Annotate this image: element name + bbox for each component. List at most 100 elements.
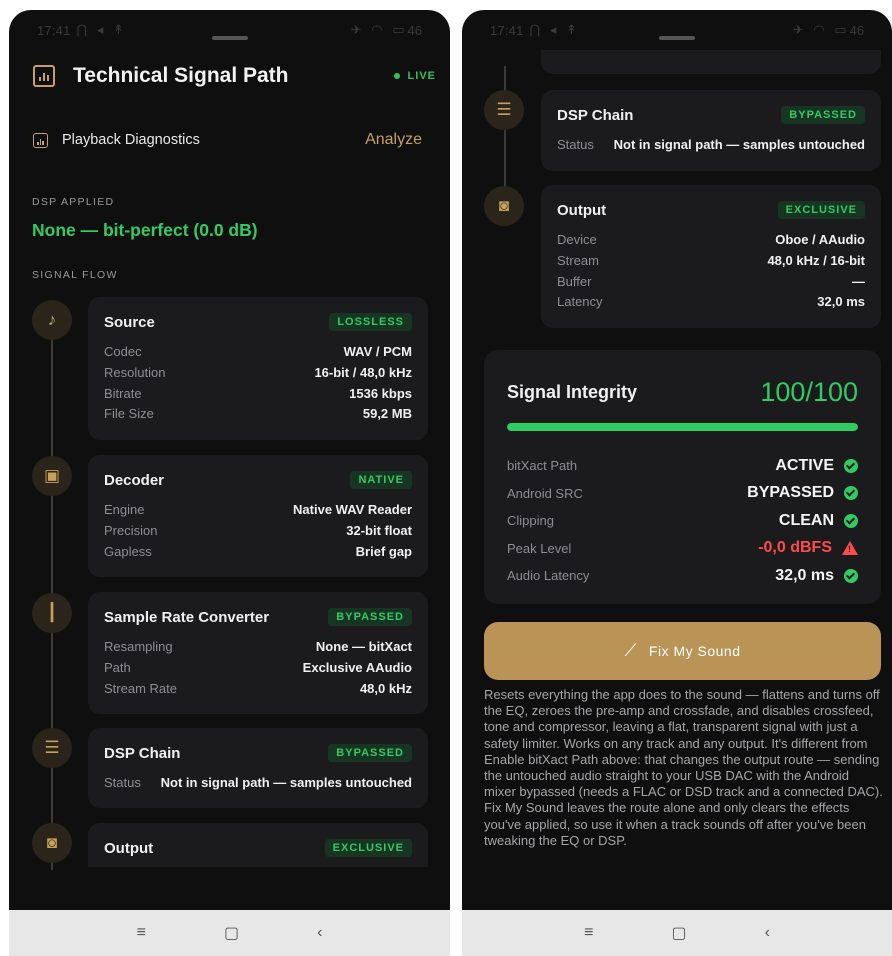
analyze-button[interactable]: Analyze bbox=[365, 131, 422, 149]
output-card[interactable]: Output EXCLUSIVE bbox=[88, 823, 428, 867]
magic-wand-icon: ⟋ bbox=[624, 641, 637, 660]
row-key: Buffer bbox=[557, 273, 592, 289]
row-key: Latency bbox=[557, 294, 603, 310]
decoder-card[interactable]: Decoder NATIVE Engine Native WAV Reader P… bbox=[88, 455, 428, 577]
dsp-applied-label: DSP APPLIED bbox=[32, 196, 115, 208]
row-value: 59,2 MB bbox=[362, 406, 412, 422]
header: Technical Signal Path LIVE bbox=[33, 64, 436, 88]
status-time: 17:41 bbox=[37, 22, 71, 38]
sliders-icon: ☰ bbox=[32, 728, 72, 768]
source-badge: LOSSLESS bbox=[329, 313, 412, 331]
row-key: Resampling bbox=[104, 639, 173, 654]
row-key: Stream Rate bbox=[104, 680, 177, 696]
dsp-applied-value: None — bit-perfect (0.0 dB) bbox=[32, 220, 258, 240]
system-nav-bar: ≡ ▢ ‹ bbox=[462, 910, 892, 956]
screen-right: 17:41 ⋂ ◂ ↟ ✈ ◠ ▭ 46 ☰ DSP Chain BYPASSE… bbox=[462, 10, 892, 956]
row-key: Bitrate bbox=[104, 385, 142, 401]
integrity-key: Audio Latency bbox=[507, 568, 590, 584]
output-title: Output bbox=[104, 839, 154, 857]
status-time: 17:41 bbox=[490, 22, 524, 38]
row-key: Precision bbox=[104, 522, 158, 538]
battery-level: 46 bbox=[849, 22, 864, 38]
signal-flow-line bbox=[504, 66, 506, 206]
status-bar: 17:41 ⋂ ◂ ↟ ✈ ◠ ▭ 46 bbox=[462, 10, 892, 50]
battery-level: 46 bbox=[407, 22, 422, 38]
row-value: None — bitXact bbox=[315, 639, 412, 654]
row-key: Status bbox=[557, 137, 594, 152]
home-nav-button[interactable]: ▢ bbox=[671, 923, 686, 943]
row-key: Status bbox=[104, 775, 141, 790]
row-value: 32-bit float bbox=[346, 522, 412, 538]
integrity-row: Peak Level -0,0 dBFS bbox=[507, 535, 858, 563]
integrity-value: 32,0 ms bbox=[775, 566, 834, 584]
decoder-title: Decoder bbox=[104, 471, 165, 489]
row-key: Resolution bbox=[104, 364, 166, 380]
signal-chart-icon bbox=[33, 65, 55, 87]
integrity-value: BYPASSED bbox=[747, 484, 834, 502]
src-title: Sample Rate Converter bbox=[104, 608, 270, 626]
integrity-key: Peak Level bbox=[507, 540, 572, 556]
output-title: Output bbox=[557, 201, 607, 219]
row-value: 48,0 kHz / 16-bit bbox=[767, 252, 865, 268]
row-key: Gapless bbox=[104, 543, 152, 559]
signal-flow-line bbox=[51, 310, 53, 870]
dsp-title: DSP Chain bbox=[104, 744, 181, 762]
dsp-row: Status Not in signal path — samples untou… bbox=[104, 773, 412, 794]
diagnostics-icon bbox=[33, 132, 48, 148]
music-note-icon: ♪ bbox=[32, 300, 72, 340]
dsp-card[interactable]: DSP Chain BYPASSED Status Not in signal p… bbox=[541, 90, 881, 171]
source-title: Source bbox=[104, 313, 155, 331]
speaker-icon: ◙ bbox=[32, 823, 72, 863]
src-row: Path Exclusive AAudio bbox=[104, 658, 412, 679]
output-row: Buffer — bbox=[557, 272, 865, 293]
decoder-row: Precision 32-bit float bbox=[104, 521, 412, 542]
row-value: WAV / PCM bbox=[343, 344, 412, 359]
back-nav-button[interactable]: ‹ bbox=[317, 924, 322, 942]
playback-diagnostics-label: Playback Diagnostics bbox=[62, 132, 200, 148]
integrity-row: Clipping CLEAN bbox=[507, 507, 858, 535]
fix-my-sound-button[interactable]: ⟋ Fix My Sound bbox=[484, 622, 881, 680]
src-row: Resampling None — bitXact bbox=[104, 637, 412, 658]
warning-triangle-icon bbox=[842, 541, 858, 556]
row-value: Exclusive AAudio bbox=[302, 659, 412, 675]
row-key: Stream bbox=[557, 252, 599, 268]
screen-left: 17:41 ⋂ ◂ ↟ ✈ ◠ ▭ 46 Technical Signal Pa… bbox=[9, 10, 450, 956]
output-row: Latency 32,0 ms bbox=[557, 292, 865, 313]
home-nav-button[interactable]: ▢ bbox=[224, 923, 239, 943]
row-value: Native WAV Reader bbox=[293, 502, 412, 517]
menu-nav-button[interactable]: ≡ bbox=[584, 924, 593, 942]
system-icons: ✈ ◠ ▭ bbox=[792, 22, 850, 37]
live-label: LIVE bbox=[407, 70, 436, 82]
chip-icon: ▣ bbox=[32, 456, 72, 496]
integrity-key: Android SRC bbox=[507, 485, 583, 501]
dsp-badge: BYPASSED bbox=[328, 744, 412, 762]
integrity-key: Clipping bbox=[507, 513, 554, 529]
notification-icons: ⋂ ◂ ↟ bbox=[76, 22, 127, 37]
system-icons: ✈ ◠ ▭ bbox=[350, 22, 408, 37]
row-value: Brief gap bbox=[355, 543, 412, 559]
row-key: Engine bbox=[104, 502, 145, 517]
integrity-score: 100/100 bbox=[760, 377, 858, 407]
notification-icons: ⋂ ◂ ↟ bbox=[529, 22, 580, 37]
dsp-card[interactable]: DSP Chain BYPASSED Status Not in signal p… bbox=[88, 728, 428, 808]
row-value: 16-bit / 48,0 kHz bbox=[314, 364, 412, 380]
dsp-title: DSP Chain bbox=[557, 106, 634, 124]
drag-handle[interactable] bbox=[211, 36, 248, 40]
src-card[interactable]: Sample Rate Converter BYPASSED Resamplin… bbox=[88, 592, 428, 714]
source-card[interactable]: Source LOSSLESS Codec WAV / PCM Resolutio… bbox=[88, 297, 428, 440]
output-card[interactable]: Output EXCLUSIVE Device Oboe / AAudio Str… bbox=[541, 185, 881, 328]
playback-diagnostics-row: Playback Diagnostics Analyze bbox=[33, 131, 422, 149]
back-nav-button[interactable]: ‹ bbox=[765, 924, 770, 942]
integrity-value: ACTIVE bbox=[775, 456, 834, 474]
row-key: File Size bbox=[104, 406, 154, 422]
dsp-badge: BYPASSED bbox=[781, 106, 865, 124]
row-key: Codec bbox=[104, 344, 142, 359]
row-key: Device bbox=[557, 232, 597, 247]
check-circle-icon bbox=[844, 458, 858, 473]
row-value: Not in signal path — samples untouched bbox=[160, 775, 412, 790]
sliders-icon: ☰ bbox=[484, 90, 524, 130]
drag-handle[interactable] bbox=[659, 36, 695, 40]
menu-nav-button[interactable]: ≡ bbox=[137, 924, 146, 942]
row-value: Oboe / AAudio bbox=[775, 232, 865, 247]
integrity-row: bitXact Path ACTIVE bbox=[507, 452, 858, 480]
